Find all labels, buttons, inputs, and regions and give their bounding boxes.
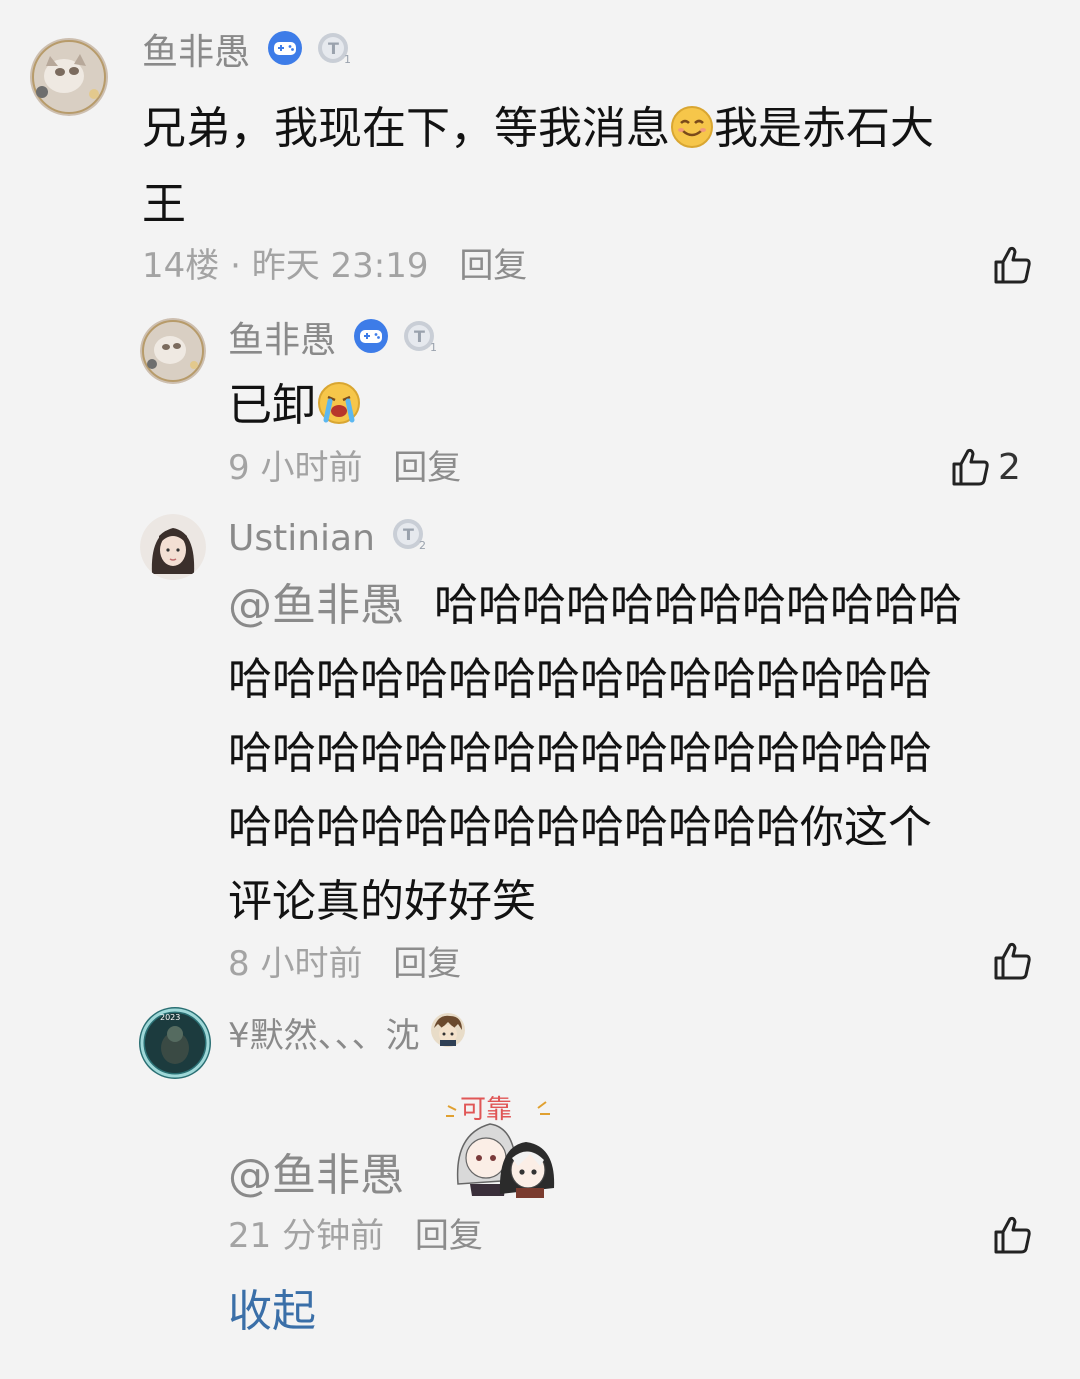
like-button[interactable]	[992, 940, 1034, 982]
reply-button[interactable]: 回复	[393, 448, 461, 488]
floor-number: 14楼	[142, 246, 220, 286]
reply-button[interactable]: 回复	[415, 1216, 483, 1256]
svg-text:2023: 2023	[160, 1013, 180, 1022]
svg-text:1: 1	[430, 341, 437, 354]
svg-text:2: 2	[419, 539, 426, 552]
like-button[interactable]	[992, 244, 1034, 286]
smile-emoji-icon	[670, 100, 714, 170]
timestamp: 昨天 23:19	[251, 246, 429, 286]
username[interactable]: Ustinian	[228, 518, 375, 559]
svg-text:1: 1	[344, 53, 351, 66]
svg-text:T: T	[414, 327, 425, 346]
username[interactable]: ¥默然、、、沈	[228, 1013, 420, 1059]
like-button[interactable]: 2	[950, 446, 1021, 488]
thumbs-up-icon	[994, 942, 1031, 980]
timestamp: 9 小时前	[228, 448, 363, 488]
gamepad-badge-icon	[267, 30, 303, 78]
avatar[interactable]	[140, 318, 206, 384]
reply-text: @鱼非愚 哈哈哈哈哈哈哈哈哈哈哈哈 哈哈哈哈哈哈哈哈哈哈哈哈哈哈哈哈 哈哈哈哈哈哈…	[228, 580, 962, 927]
like-button[interactable]	[992, 1214, 1034, 1256]
character-avatar-badge-icon	[428, 1010, 468, 1062]
collapse-button[interactable]: 收起	[228, 1282, 316, 1342]
mention-link[interactable]: @鱼非愚	[228, 580, 404, 631]
level-badge-icon: T 2	[392, 516, 432, 564]
like-count: 2	[998, 446, 1021, 488]
username[interactable]: 鱼非愚	[142, 32, 250, 73]
svg-text:T: T	[403, 525, 414, 544]
reply-text: 已卸	[228, 380, 316, 431]
comment-text: 兄弟，我现在下，等我消息 我是赤石大 王	[142, 94, 1042, 240]
thumbs-up-icon	[994, 246, 1031, 284]
svg-text:T: T	[328, 39, 339, 58]
mention-link[interactable]: @鱼非愚	[228, 1150, 404, 1201]
timestamp: 21 分钟前	[228, 1216, 385, 1256]
thumbs-up-icon	[952, 448, 989, 486]
level-badge-icon: T 1	[317, 30, 357, 78]
level-badge-icon: T 1	[403, 318, 443, 366]
sticker-image: 可靠	[440, 1084, 572, 1204]
avatar[interactable]: 2023	[138, 1006, 212, 1080]
reply-button[interactable]: 回复	[393, 944, 461, 984]
thumbs-up-icon	[994, 1216, 1031, 1254]
username[interactable]: 鱼非愚	[228, 320, 336, 361]
timestamp: 8 小时前	[228, 944, 363, 984]
crying-emoji-icon	[316, 380, 362, 444]
avatar[interactable]	[28, 38, 110, 116]
avatar[interactable]	[140, 514, 206, 580]
reply-button[interactable]: 回复	[459, 246, 527, 286]
svg-text:可靠: 可靠	[460, 1095, 512, 1125]
gamepad-badge-icon	[353, 318, 389, 366]
